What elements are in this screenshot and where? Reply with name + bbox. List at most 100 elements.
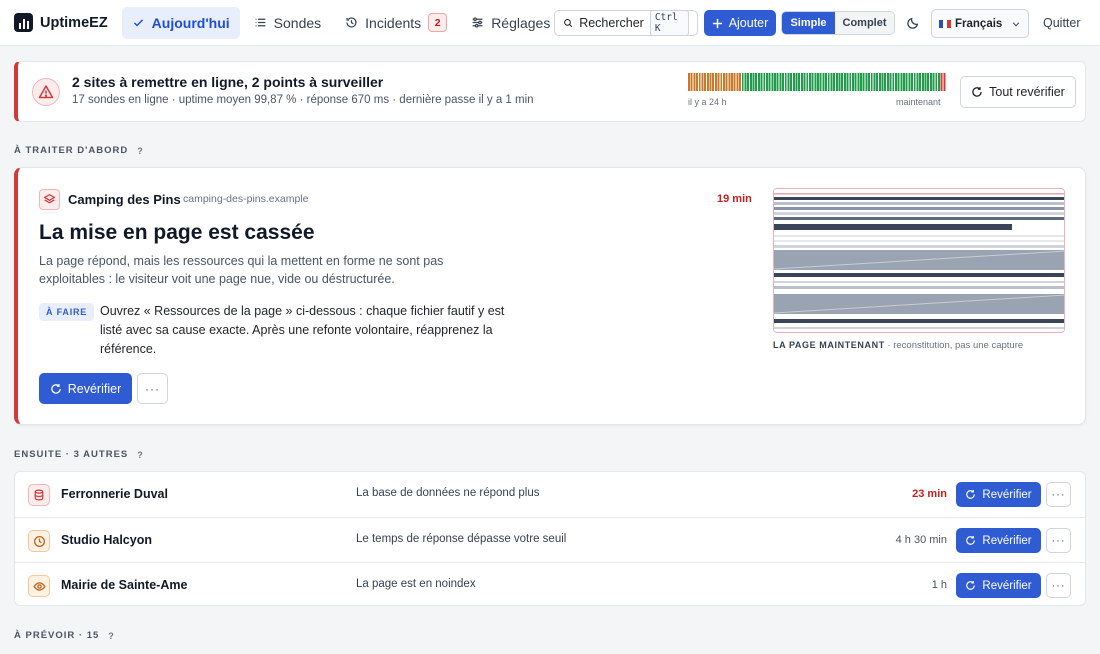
nav-item-settings[interactable]: Réglages: [461, 7, 560, 39]
nav-item-incidents[interactable]: Incidents 2: [335, 7, 457, 39]
help-icon[interactable]: ?: [108, 631, 114, 641]
uptime-bar-ok: [822, 73, 825, 91]
page-preview[interactable]: [773, 188, 1065, 333]
uptime-bar-ok: [784, 73, 787, 91]
refresh-icon: [966, 581, 976, 590]
uptime-bar-ok: [760, 73, 763, 91]
row-site-name[interactable]: Ferronnerie Duval: [61, 487, 168, 501]
uptime-bar-ok: [860, 73, 862, 91]
moon-icon[interactable]: [906, 16, 920, 30]
language-select[interactable]: Français: [931, 9, 1029, 38]
add-button[interactable]: Ajouter: [704, 10, 776, 36]
summary-subtitle: 17 sondes en ligne · uptime moyen 99,87 …: [72, 94, 534, 106]
uptime-bar-ok: [849, 73, 852, 91]
section-label: À PRÉVOIR · 15: [14, 630, 100, 641]
plus-icon: [712, 18, 722, 28]
row-age: 23 min: [912, 488, 947, 500]
quit-link[interactable]: Quitter: [1043, 16, 1081, 30]
uptime-bar-ok: [808, 73, 811, 91]
uptime-bar-warn: [688, 73, 690, 91]
list-item[interactable]: Mairie de Sainte-Ame La page est en noin…: [15, 562, 1085, 607]
uptime-bar-ok: [806, 73, 809, 91]
uptime-bar-ok: [884, 73, 887, 91]
uptime-bar-ok: [916, 73, 919, 91]
uptime-bar-ok: [876, 73, 879, 91]
uptime-bar-ok: [862, 73, 865, 91]
list-icon: [255, 18, 266, 27]
uptime-bar-ok: [929, 73, 932, 91]
top-bar: UptimeEZ Aujourd'hui Sondes Incidents 2 …: [0, 0, 1100, 46]
row-site-name[interactable]: Studio Halcyon: [61, 533, 152, 547]
uptime-bar-ok: [795, 73, 798, 91]
uptime-bar-ok: [873, 73, 876, 91]
uptime-bar-warn: [733, 73, 736, 91]
uptime-bar-warn: [736, 73, 739, 91]
more-options-button[interactable]: ···: [1046, 482, 1071, 507]
row-age: 1 h: [931, 579, 947, 591]
uptime-bar-ok: [744, 73, 747, 91]
uptime-bar-ok: [878, 73, 881, 91]
uptime-bar-warn: [698, 73, 701, 91]
uptime-bar-ok: [851, 73, 854, 91]
mode-complet-button[interactable]: Complet: [835, 12, 894, 34]
nav-item-probes[interactable]: Sondes: [244, 7, 331, 39]
uptime-bar-ok: [927, 73, 930, 91]
uptime-bar-ok: [919, 73, 922, 91]
uptime-bar-ok: [903, 73, 905, 91]
uptime-bar-ok: [803, 73, 806, 91]
recheck-all-button[interactable]: Tout revérifier: [960, 76, 1076, 108]
search-button[interactable]: Rechercher Ctrl K: [554, 10, 698, 36]
uptime-bar-ok: [870, 73, 873, 91]
uptime-bar-ok: [841, 73, 844, 91]
recheck-label: Revérifier: [982, 579, 1032, 592]
refresh-icon: [966, 536, 976, 545]
uptime-bar-ok: [776, 73, 779, 91]
recheck-button[interactable]: Revérifier: [956, 573, 1041, 598]
uptime-bar-ok: [921, 73, 924, 91]
recheck-button[interactable]: Revérifier: [956, 528, 1041, 553]
recheck-button[interactable]: Revérifier: [39, 373, 132, 404]
uptime-bar-ok: [905, 73, 908, 91]
list-item[interactable]: Ferronnerie Duval La base de données ne …: [15, 472, 1085, 517]
list-item[interactable]: Studio Halcyon Le temps de réponse dépas…: [15, 517, 1085, 562]
site-name[interactable]: Camping des Pins: [68, 192, 181, 207]
uptime-bar-ok: [768, 73, 771, 91]
uptime-bar-ok: [800, 73, 803, 91]
uptime-bar-ok: [741, 73, 744, 91]
uptime-bar-warn: [720, 73, 723, 91]
app-logo[interactable]: UptimeEZ: [14, 13, 108, 32]
row-site-name[interactable]: Mairie de Sainte-Ame: [61, 578, 187, 592]
uptime-bar-ok: [827, 73, 830, 91]
uptime-history-bars: [688, 73, 946, 91]
uptime-bar-ok: [779, 73, 782, 91]
uptime-bar-ok: [843, 73, 846, 91]
uptime-bar-ok: [868, 73, 871, 91]
recheck-button[interactable]: Revérifier: [956, 482, 1041, 507]
summary-title: 2 sites à remettre en ligne, 2 points à …: [72, 74, 384, 90]
uptime-bar-ok: [774, 73, 776, 91]
uptime-bar-ok: [817, 73, 819, 91]
search-shortcut: Ctrl K: [649, 10, 689, 36]
search-icon: [564, 18, 573, 28]
help-icon[interactable]: ?: [137, 450, 143, 460]
mode-simple-button[interactable]: Simple: [782, 12, 835, 34]
uptime-bar-warn: [701, 73, 704, 91]
uptime-bar-ok: [911, 73, 914, 91]
chevron-down-icon: [1012, 21, 1020, 26]
nav-label: Aujourd'hui: [151, 14, 230, 31]
more-options-button[interactable]: ···: [1046, 573, 1071, 598]
row-issue: La page est en noindex: [356, 578, 476, 590]
clock-icon: [28, 530, 50, 552]
bars-start-label: il y a 24 h: [688, 97, 727, 107]
help-icon[interactable]: ?: [137, 146, 143, 156]
more-options-button[interactable]: ···: [137, 373, 168, 404]
uptime-bar-ok: [747, 73, 750, 91]
main-nav: Aujourd'hui Sondes Incidents 2 Réglages: [121, 6, 561, 39]
incident-list: Ferronnerie Duval La base de données ne …: [14, 471, 1086, 606]
uptime-bar-warn: [717, 73, 720, 91]
uptime-bar-ok: [757, 73, 760, 91]
nav-label: Sondes: [273, 14, 322, 31]
nav-item-today[interactable]: Aujourd'hui: [121, 6, 240, 39]
uptime-bar-ok: [787, 73, 790, 91]
more-options-button[interactable]: ···: [1046, 528, 1071, 553]
